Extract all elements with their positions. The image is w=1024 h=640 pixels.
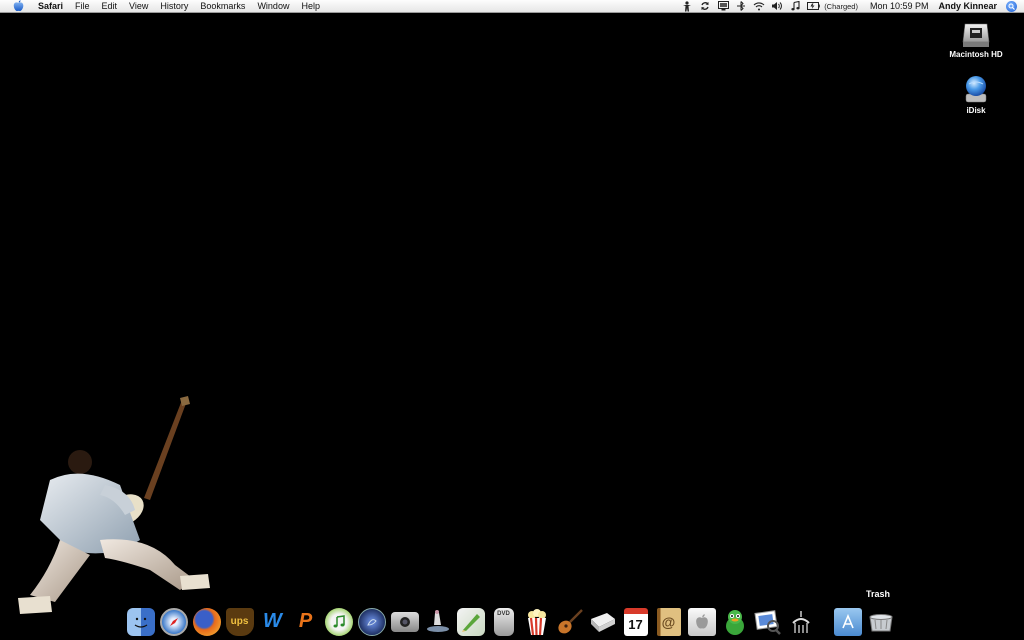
dock-item-ups[interactable]: ups [223,605,256,638]
desktop-icon-label: Macintosh HD [949,50,1003,59]
menu-bar: Safari File Edit View History Bookmarks … [0,0,1024,13]
dock-item-garageband[interactable] [553,605,586,638]
dock-item-address-book[interactable]: @ [652,605,685,638]
desktop-icon-idisk[interactable]: iDisk [941,74,1011,115]
firefox-icon [192,607,221,636]
battery-icon[interactable] [804,0,822,13]
quicktime-icon [357,607,386,636]
dock-item-drive[interactable] [586,605,619,638]
duck-icon [721,608,749,636]
dock-item-pencil[interactable] [454,605,487,638]
menu-bookmarks[interactable]: Bookmarks [194,0,251,13]
dock-separator [817,607,831,637]
dock-item-ical[interactable]: 17 [619,605,652,638]
desktop-icon-label: iDisk [966,106,986,115]
calendar-icon: 17 [623,607,648,636]
camera-icon [390,611,419,632]
wifi-icon[interactable] [750,0,768,13]
battery-status: (Charged) [824,1,858,11]
dock: ups W P DVD 17 @ [124,603,906,640]
menu-history[interactable]: History [154,0,194,13]
dock-item-apple-store[interactable] [685,605,718,638]
dvd-player-icon: DVD [493,607,514,636]
dock-item-popcorn[interactable] [520,605,553,638]
sync-icon[interactable] [696,0,714,13]
dock-item-itunes[interactable] [322,605,355,638]
itunes-icon [324,607,353,636]
guitar-icon [556,608,584,636]
desktop-icon-macintosh-hd[interactable]: Macintosh HD [941,18,1011,59]
dock-item-quicktime[interactable] [355,605,388,638]
dock-item-applications[interactable] [831,605,864,638]
dock-item-skater[interactable] [421,605,454,638]
menu-view[interactable]: View [123,0,154,13]
hard-drive-icon [962,18,990,48]
desktop[interactable]: Safari File Edit View History Bookmarks … [0,0,1024,640]
p-app-icon: P [298,610,313,632]
bluetooth-icon[interactable] [732,0,750,13]
safari-icon [159,607,188,636]
applications-folder-icon [833,607,862,636]
pencil-icon [456,607,485,636]
dock-item-adium[interactable] [718,605,751,638]
trash-icon [867,608,895,636]
preview-icon [753,608,782,636]
dock-item-camera[interactable] [388,605,421,638]
spotlight-icon[interactable] [1005,0,1018,13]
apple-menu-icon[interactable] [10,0,26,13]
fast-user-switch[interactable]: Andy Kinnear [938,0,1005,13]
dock-item-dvd-player[interactable]: DVD [487,605,520,638]
apple-store-icon [687,607,716,636]
menu-extras: (Charged) Mon 10:59 PM Andy Kinnear [678,0,1024,13]
skater-icon [424,608,452,636]
address-book-icon: @ [656,607,681,636]
dock-item-trash[interactable] [864,605,897,638]
menu-window[interactable]: Window [251,0,295,13]
menu-help[interactable]: Help [295,0,326,13]
finder-icon [126,607,155,636]
popcorn-icon [523,608,551,636]
display-icon[interactable] [714,0,732,13]
accessibility-icon[interactable] [678,0,696,13]
dock-item-finder[interactable] [124,605,157,638]
dock-item-p-app[interactable]: P [289,605,322,638]
dock-item-safari[interactable] [157,605,190,638]
volume-icon[interactable] [768,0,786,13]
menu-edit[interactable]: Edit [96,0,124,13]
itunes-icon[interactable] [786,0,804,13]
wallpaper-guitarist [10,390,220,620]
menu-clock[interactable]: Mon 10:59 PM [866,0,939,13]
menu-app-safari[interactable]: Safari [32,0,69,13]
dock-tooltip-trash: Trash [866,589,891,599]
drive-icon [589,608,617,636]
dock-item-firefox[interactable] [190,605,223,638]
dock-item-w-app[interactable]: W [256,605,289,638]
ups-icon: ups [225,607,254,636]
idisk-icon [963,74,989,104]
utility-icon [787,608,815,636]
menu-file[interactable]: File [69,0,96,13]
w-app-icon: W [263,610,282,632]
dock-item-utility[interactable] [784,605,817,638]
dock-item-preview[interactable] [751,605,784,638]
